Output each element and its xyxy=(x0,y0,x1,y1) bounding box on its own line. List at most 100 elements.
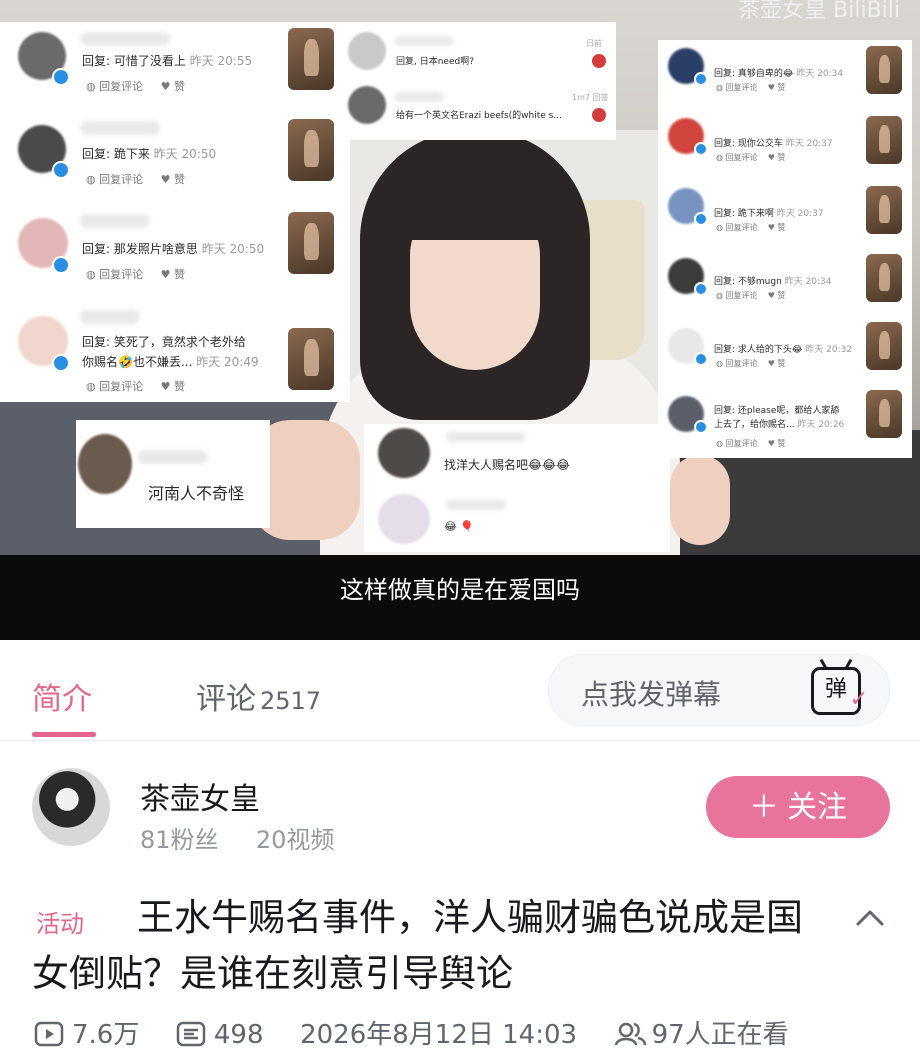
like-label: 赞 xyxy=(173,268,185,281)
like-label: 赞 xyxy=(777,291,786,300)
reply-text: 给有一个英文名Erazi beefs(的white s... xyxy=(396,111,562,121)
uploader-videos: 20视频 xyxy=(255,826,335,854)
comment-screenshot-bottom-left: 河南人不奇怪 xyxy=(76,420,270,528)
comment-item: 回复: 可惜了没看上 昨天 20:55 ◍ 回复评论 ♥ 赞 xyxy=(0,22,350,114)
video-thumbnail xyxy=(866,322,902,370)
danmaku-count-icon xyxy=(176,1021,206,1047)
uploader-stats: 81粉丝 20视频 xyxy=(140,820,334,855)
video-thumbnail xyxy=(866,116,902,164)
avatar xyxy=(378,428,430,478)
verified-badge-icon xyxy=(52,68,70,86)
reply-text: 回复: 不够mugn xyxy=(714,277,782,287)
reply-time: 昨天 20:34 xyxy=(796,69,844,79)
verified-badge-icon xyxy=(694,212,708,226)
reply-time: 昨天 20:55 xyxy=(189,54,253,68)
verified-badge-icon xyxy=(694,72,708,86)
like-label: 赞 xyxy=(777,359,786,368)
danmaku-icon-char: 弹 xyxy=(824,677,847,702)
play-count-icon xyxy=(34,1021,64,1047)
reply-comment-label: 回复评论 xyxy=(725,439,758,448)
reply-comment-icon: ◍ xyxy=(86,173,100,186)
tab-intro[interactable]: 简介 xyxy=(32,674,92,718)
reply-text: 回复: 跪下来啊 xyxy=(714,209,774,219)
reply-comment-label: 回复评论 xyxy=(99,80,144,93)
video-thumbnail xyxy=(866,390,902,438)
publish-time: 2026年8月12日 14:03 xyxy=(300,1020,578,1050)
avatar xyxy=(348,86,386,124)
reply-text: 找洋大人赐名吧😂😂😂 xyxy=(444,458,571,472)
reply-text: 回复: 可惜了没看上 xyxy=(82,54,186,68)
reply-text: 回复: 笑死了，竟然求个老外给 xyxy=(82,335,246,349)
comment-screenshot-top: 回复, 日本need啊? 日前 给有一个英文名Erazi beefs(的whit… xyxy=(340,22,616,140)
uploader-name[interactable]: 茶壶女皇 xyxy=(140,774,260,818)
speaker xyxy=(360,130,590,430)
verified-badge-icon xyxy=(694,282,708,296)
comment-screenshot-bottom-middle: 找洋大人赐名吧😂😂😂 😂 🎈 xyxy=(364,424,670,552)
reply-comment-label: 回复评论 xyxy=(99,173,144,186)
like-label: 赞 xyxy=(777,223,786,232)
like-label: 赞 xyxy=(777,83,786,92)
reply-time: 日前 xyxy=(586,39,602,48)
reply-time: 昨天 20:26 xyxy=(797,420,845,430)
reply-comment-label: 回复评论 xyxy=(99,268,144,281)
video-thumbnail xyxy=(866,186,902,234)
avatar xyxy=(348,32,386,70)
like-icon: ♥ xyxy=(160,380,174,393)
blurred-username xyxy=(80,310,140,324)
video-player[interactable]: 茶壶女皇 BiliBili 回复: 可惜了没看上 昨天 20:55 ◍ 回复评论… xyxy=(0,0,920,640)
like-label: 赞 xyxy=(173,380,185,393)
reply-comment-icon: ◍ xyxy=(86,80,100,93)
tab-comments-label: 评论 xyxy=(196,682,256,717)
like-icon: ♥ xyxy=(160,268,174,281)
like-icon: ♥ xyxy=(160,80,174,93)
like-label: 赞 xyxy=(173,80,185,93)
reply-text: 回复: 还please呢，都给人家舔 xyxy=(714,406,840,416)
video-watermark: 茶壶女皇 BiliBili xyxy=(738,0,900,23)
blurred-username xyxy=(138,450,208,464)
reply-comment-label: 回复评论 xyxy=(725,291,758,300)
video-thumbnail xyxy=(288,328,334,390)
reply-time: 昨天 20:37 xyxy=(785,139,833,149)
chevron-up-icon[interactable] xyxy=(852,900,888,936)
reply-text: 回复: 那发照片啥意思 xyxy=(82,242,198,256)
reply-time: 昨天 20:50 xyxy=(201,242,265,256)
uploader-avatar[interactable] xyxy=(32,768,110,846)
reply-comment-icon: ◍ xyxy=(86,380,100,393)
blurred-username xyxy=(446,500,506,510)
follow-button[interactable]: ＋ 关注 xyxy=(706,776,890,838)
reply-text-continued: 上去了，给你赐名... xyxy=(714,420,795,430)
video-meta: 7.6万 498 2026年8月12日 14:03 97人正在看 xyxy=(34,1014,789,1051)
verified-badge-icon xyxy=(52,161,70,179)
danmaku-input[interactable]: 点我发弹幕 弹 ✓ xyxy=(548,654,890,726)
reply-time: 昨天 20:37 xyxy=(776,209,824,219)
tab-comments[interactable]: 评论 2517 xyxy=(196,674,321,718)
play-count: 7.6万 xyxy=(72,1020,140,1050)
reply-time: 昨天 20:32 xyxy=(805,345,853,355)
notification-dot xyxy=(592,54,606,68)
blurred-username xyxy=(80,214,150,228)
blurred-username xyxy=(80,32,170,46)
reply-time: 昨天 20:34 xyxy=(784,277,832,287)
avatar xyxy=(378,494,430,544)
video-thumbnail xyxy=(866,46,902,94)
reply-text: 河南人不奇怪 xyxy=(148,484,245,503)
video-subtitle: 这样做真的是在爱国吗 xyxy=(340,576,580,604)
verified-badge-icon xyxy=(52,354,70,372)
reply-comment-label: 回复评论 xyxy=(725,153,758,162)
danmaku-placeholder: 点我发弹幕 xyxy=(581,678,722,711)
active-tab-indicator xyxy=(32,732,96,737)
comment-screenshot-left: 回复: 可惜了没看上 昨天 20:55 ◍ 回复评论 ♥ 赞 回复: 跪下来 昨… xyxy=(0,22,350,402)
verified-badge-icon xyxy=(52,256,70,274)
reply-time: 昨天 20:49 xyxy=(196,355,259,369)
danmaku-toggle-icon[interactable]: 弹 ✓ xyxy=(811,658,868,715)
danmaku-count: 498 xyxy=(213,1020,264,1050)
comment-item: 回复: 跪下来 昨天 20:50 ◍ 回复评论 ♥ 赞 xyxy=(0,117,350,209)
reply-comment-icon: ◍ xyxy=(86,268,100,281)
verified-badge-icon xyxy=(694,420,708,434)
blurred-username xyxy=(446,432,526,442)
comment-screenshot-right: 回复: 真够自卑的😂 昨天 20:34 ◍ 回复评论 ♥ 赞 回复: 现你公交车… xyxy=(658,40,912,458)
reply-time: 昨天 20:50 xyxy=(153,147,217,161)
reply-text: 回复: 真够自卑的😂 xyxy=(714,69,794,79)
comment-item: 回复: 那发照片啥意思 昨天 20:50 ◍ 回复评论 ♥ 赞 xyxy=(0,210,350,302)
verified-badge-icon xyxy=(694,142,708,156)
